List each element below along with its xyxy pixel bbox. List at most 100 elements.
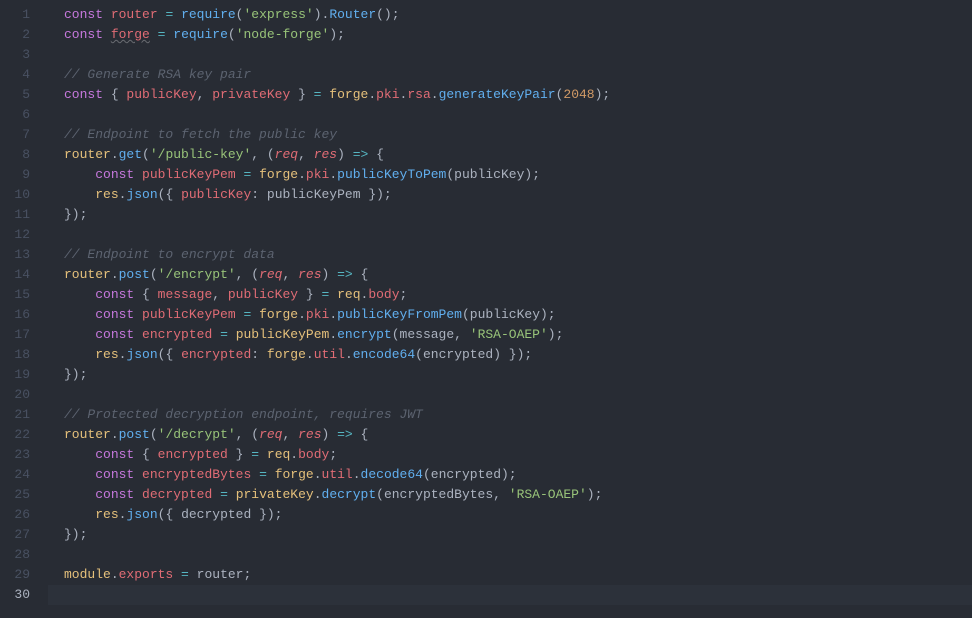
- token-fn: publicKeyFromPem: [337, 307, 462, 322]
- code-line[interactable]: router.post('/decrypt', (req, res) => {: [48, 425, 972, 445]
- token-cmt: // Generate RSA key pair: [64, 67, 251, 82]
- token-punct: ({: [158, 507, 181, 522]
- token-decl: const: [95, 327, 142, 342]
- token-punct: .: [111, 427, 119, 442]
- token-fn: decode64: [361, 467, 423, 482]
- code-line[interactable]: res.json({ publicKey: publicKeyPem });: [48, 185, 972, 205]
- token-fn: generateKeyPair: [439, 87, 556, 102]
- token-punct: ): [322, 267, 338, 282]
- token-fn: encode64: [353, 347, 415, 362]
- code-line[interactable]: [48, 225, 972, 245]
- token-var: decrypted: [142, 487, 212, 502]
- token-obj: forge: [259, 307, 298, 322]
- code-line[interactable]: [48, 585, 972, 605]
- token-fn: json: [126, 347, 157, 362]
- code-line[interactable]: });: [48, 205, 972, 225]
- token-op: =: [251, 447, 259, 462]
- token-prop: pki: [376, 87, 399, 102]
- token-punct: {: [353, 267, 369, 282]
- token-punct: {: [353, 427, 369, 442]
- code-line[interactable]: [48, 45, 972, 65]
- token-var: publicKey: [228, 287, 298, 302]
- token-punct: .: [329, 307, 337, 322]
- code-line[interactable]: const encryptedBytes = forge.util.decode…: [48, 465, 972, 485]
- code-line[interactable]: router.get('/public-key', (req, res) => …: [48, 145, 972, 165]
- token-punct: .: [298, 167, 306, 182]
- token-fn: get: [119, 147, 142, 162]
- code-line[interactable]: // Protected decryption endpoint, requir…: [48, 405, 972, 425]
- code-line[interactable]: // Endpoint to encrypt data: [48, 245, 972, 265]
- token-cmt: // Endpoint to fetch the public key: [64, 127, 337, 142]
- token-punct: .: [329, 327, 337, 342]
- code-line[interactable]: // Generate RSA key pair: [48, 65, 972, 85]
- token-punct: });: [361, 187, 392, 202]
- token-fn: require: [181, 7, 236, 22]
- token-punct: .: [290, 447, 298, 462]
- token-obj: forge: [329, 87, 368, 102]
- token-plain: [228, 327, 236, 342]
- token-plain: [173, 7, 181, 22]
- token-decl: const: [64, 27, 111, 42]
- token-punct: (: [392, 327, 400, 342]
- token-punct: ();: [376, 7, 399, 22]
- line-number: 24: [0, 465, 30, 485]
- code-line[interactable]: const { message, publicKey } = req.body;: [48, 285, 972, 305]
- token-prop: exports: [119, 567, 174, 582]
- line-number: 15: [0, 285, 30, 305]
- token-punct: (: [415, 347, 423, 362]
- code-line[interactable]: const encrypted = publicKeyPem.encrypt(m…: [48, 325, 972, 345]
- code-editor[interactable]: 1234567891011121314151617181920212223242…: [0, 0, 972, 618]
- code-line[interactable]: const forge = require('node-forge');: [48, 25, 972, 45]
- token-plain: decrypted: [181, 507, 251, 522]
- token-punct: .: [111, 267, 119, 282]
- code-line[interactable]: const publicKeyPem = forge.pki.publicKey…: [48, 305, 972, 325]
- token-plain: publicKeyPem: [267, 187, 361, 202]
- code-line[interactable]: [48, 385, 972, 405]
- token-punct: .: [368, 87, 376, 102]
- token-plain: [212, 487, 220, 502]
- code-line[interactable]: router.post('/encrypt', (req, res) => {: [48, 265, 972, 285]
- token-decl: const: [95, 467, 142, 482]
- token-obj: res: [95, 347, 118, 362]
- token-plain: [267, 467, 275, 482]
- code-text-area[interactable]: const router = require('express').Router…: [48, 0, 972, 618]
- line-number: 19: [0, 365, 30, 385]
- token-punct: );: [587, 487, 603, 502]
- token-fn: require: [173, 27, 228, 42]
- code-line[interactable]: const { encrypted } = req.body;: [48, 445, 972, 465]
- code-line[interactable]: });: [48, 525, 972, 545]
- token-obj: router: [64, 427, 111, 442]
- code-line[interactable]: const router = require('express').Router…: [48, 5, 972, 25]
- line-number: 22: [0, 425, 30, 445]
- code-line[interactable]: const { publicKey, privateKey } = forge.…: [48, 85, 972, 105]
- token-punct: .: [111, 567, 119, 582]
- token-param: res: [314, 147, 337, 162]
- token-fn: post: [119, 427, 150, 442]
- token-fn: json: [126, 507, 157, 522]
- token-punct: (: [462, 307, 470, 322]
- line-number: 2: [0, 25, 30, 45]
- code-line[interactable]: const decrypted = privateKey.decrypt(enc…: [48, 485, 972, 505]
- token-str: '/encrypt': [158, 267, 236, 282]
- code-line[interactable]: });: [48, 365, 972, 385]
- token-punct: );: [524, 167, 540, 182]
- token-punct: , (: [251, 147, 274, 162]
- code-line[interactable]: [48, 545, 972, 565]
- token-plain: publicKey: [454, 167, 524, 182]
- token-decl: const: [95, 447, 142, 462]
- code-line[interactable]: res.json({ decrypted });: [48, 505, 972, 525]
- token-punct: (: [376, 487, 384, 502]
- code-line[interactable]: module.exports = router;: [48, 565, 972, 585]
- line-number: 13: [0, 245, 30, 265]
- code-line[interactable]: [48, 105, 972, 125]
- token-plain: [228, 487, 236, 502]
- line-number: 7: [0, 125, 30, 145]
- code-line[interactable]: // Endpoint to fetch the public key: [48, 125, 972, 145]
- token-plain: router: [197, 567, 244, 582]
- token-var: message: [158, 287, 213, 302]
- token-op: =: [220, 327, 228, 342]
- token-decl: const: [95, 487, 142, 502]
- code-line[interactable]: res.json({ encrypted: forge.util.encode6…: [48, 345, 972, 365]
- token-prop: rsa: [407, 87, 430, 102]
- code-line[interactable]: const publicKeyPem = forge.pki.publicKey…: [48, 165, 972, 185]
